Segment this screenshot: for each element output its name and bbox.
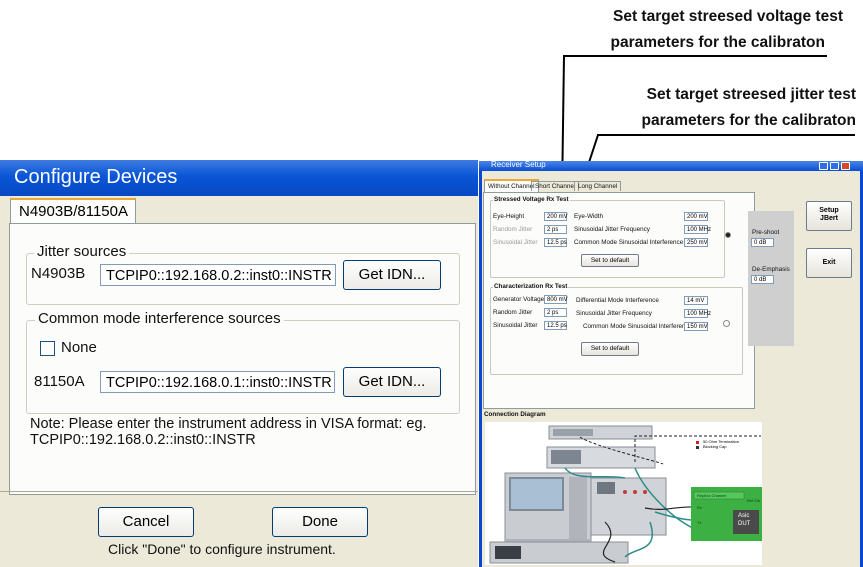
ch-radio-button[interactable]: [723, 320, 730, 327]
jitter-device-label: N4903B: [31, 265, 86, 282]
legend-blocking-cap: Blocking Cap: [703, 444, 727, 449]
cm-device-label: 81150A: [34, 373, 85, 390]
deemphasis-label: De-Emphasis: [752, 266, 790, 273]
ch-sj-label: Sinusoidal Jitter: [493, 322, 538, 329]
ch-gen-v-input[interactable]: 800 mV: [544, 295, 568, 304]
sv-rj-input[interactable]: 2 ps: [544, 225, 567, 234]
ch-dm-input[interactable]: 14 mV: [684, 296, 708, 305]
ch-sj-freq-input[interactable]: 100 MHz: [684, 309, 711, 318]
ch-gen-v-label: Generator Voltage: [493, 296, 545, 303]
close-button[interactable]: [841, 162, 850, 170]
ch-set-default-button[interactable]: Set to default: [581, 342, 639, 356]
preshoot-label: Pre-shoot: [752, 229, 780, 236]
tab-n4903b-81150a[interactable]: N4903B/81150A: [10, 198, 136, 224]
separator-line: [0, 491, 478, 492]
ch-cm-input[interactable]: 150 mV: [684, 322, 708, 331]
tx-label: Tx: [697, 520, 702, 525]
sv-eye-width-label: Eye-Width: [574, 213, 604, 220]
cm-get-idn-button[interactable]: Get IDN...: [343, 367, 441, 397]
sv-sj-freq-label: Sinusoidal Jitter Frequency: [574, 226, 650, 233]
cm-address-input[interactable]: TCPIP0::192.168.0.1::inst0::INSTR: [100, 371, 335, 393]
sv-sj-label: Sinusoidal Jitter: [493, 239, 538, 246]
tab-long-channel[interactable]: Long Channel: [574, 181, 622, 191]
sv-cm-label: Common Mode Sinusoidal Interference: [574, 239, 684, 246]
sv-sj-input[interactable]: 12.5 ps: [544, 238, 567, 247]
exit-button[interactable]: Exit: [806, 248, 852, 278]
sv-radio-button[interactable]: [725, 232, 731, 238]
none-checkbox[interactable]: [40, 341, 55, 356]
receiver-setup-titlebar: Receiver Setup: [479, 160, 863, 171]
maximize-button[interactable]: [830, 162, 839, 170]
dut-label-line2: DUT: [738, 521, 751, 527]
receiver-setup-window: Receiver Setup Without Channel Short Cha…: [479, 160, 863, 567]
ch-rj-label: Random Jitter: [493, 309, 533, 316]
receiver-setup-body: Without Channel Short Channel Long Chann…: [482, 171, 860, 567]
tab-short-channel[interactable]: Short Channel: [531, 181, 580, 191]
jitter-get-idn-button[interactable]: Get IDN...: [343, 260, 441, 290]
characterization-heading: Characterization Rx Test: [493, 283, 569, 290]
sv-cm-input[interactable]: 250 mV: [684, 238, 708, 247]
jitter-sources-label: Jitter sources: [34, 243, 130, 260]
preshoot-input[interactable]: 0 dB: [751, 238, 774, 247]
ch-cm-label: Common Mode Sinusoidal Interference: [583, 323, 693, 330]
setup-jbert-button[interactable]: Setup JBert: [806, 201, 852, 231]
cm-interference-label: Common mode interference sources: [35, 310, 284, 327]
jitter-address-input[interactable]: TCPIP0::192.168.0.2::inst0::INSTR: [100, 264, 336, 286]
ch-rj-input[interactable]: 2 ps: [544, 308, 567, 317]
sv-eye-height-label: Eye-Height: [493, 213, 525, 220]
stressed-voltage-heading: Stressed Voltage Rx Test: [493, 196, 570, 203]
configure-devices-titlebar: Configure Devices: [0, 160, 478, 196]
setup-jbert-line2: JBert: [820, 215, 838, 222]
none-checkbox-label: None: [61, 339, 97, 356]
ch-sj-freq-label: Sinusoidal Jitter Frequency: [576, 310, 652, 317]
connection-diagram-title: Connection Diagram: [484, 411, 546, 418]
done-button[interactable]: Done: [272, 507, 368, 537]
sv-eye-width-input[interactable]: 200 mV: [684, 212, 708, 221]
cancel-button[interactable]: Cancel: [98, 507, 194, 537]
sv-set-default-button[interactable]: Set to default: [581, 254, 639, 267]
dut-label-line1: Asic: [738, 513, 750, 519]
done-hint-text: Click "Done" to configure instrument.: [108, 541, 336, 557]
replica-channel-label: Replica Channel: [697, 493, 727, 498]
minimize-button[interactable]: [819, 162, 828, 170]
note-text-line2: TCPIP0::192.168.0.2::inst0::INSTR: [30, 432, 256, 448]
ch-dm-label: Differential Mode Interference: [576, 297, 659, 304]
receiver-title: Receiver Setup: [491, 160, 546, 169]
setup-jbert-line1: Setup: [819, 207, 839, 214]
connection-diagram: 50 Ohm Termination Blocking Cap Replica …: [485, 422, 762, 565]
sv-rj-label: Random Jitter: [493, 226, 533, 233]
window-title: Configure Devices: [14, 166, 178, 188]
rx-label: Rx: [697, 505, 702, 510]
ch-sj-input[interactable]: 12.5 ps: [544, 321, 567, 330]
configure-tab-panel: Jitter sources N4903B TCPIP0::192.168.0.…: [9, 223, 476, 495]
configure-devices-window: Configure Devices N4903B/81150A Jitter s…: [0, 160, 478, 567]
ref-clk-label: Ref Clk: [747, 498, 761, 503]
sv-sj-freq-input[interactable]: 100 MHz: [684, 225, 711, 234]
sv-eye-height-input[interactable]: 200 mV: [544, 212, 568, 221]
deemphasis-input[interactable]: 0 dB: [751, 275, 774, 284]
note-text-line1: Note: Please enter the instrument addres…: [30, 416, 427, 432]
